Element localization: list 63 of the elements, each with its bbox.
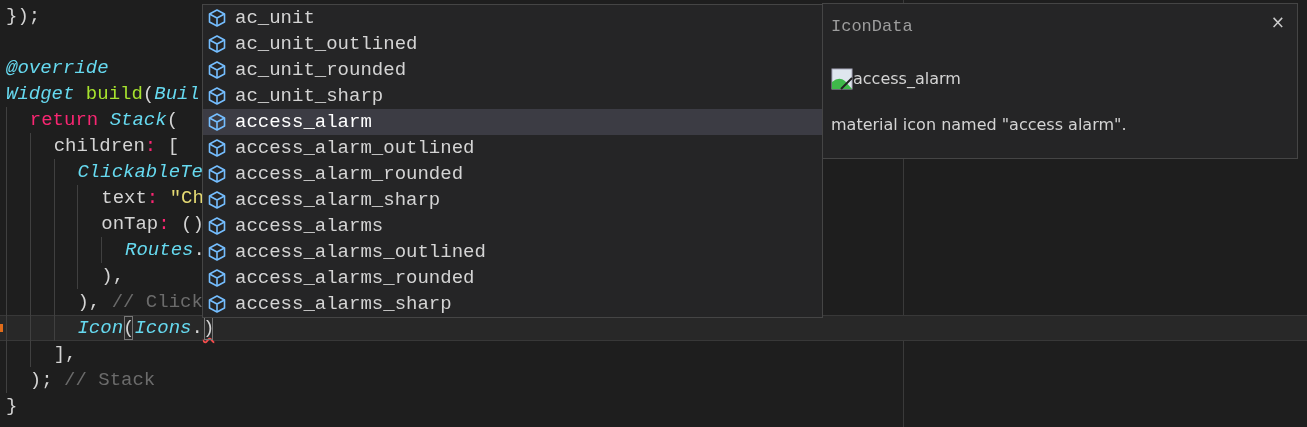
code-token: children <box>53 134 145 159</box>
suggestion-item[interactable]: access_alarms <box>203 213 822 239</box>
code-token: Buil <box>154 82 200 107</box>
suggestion-item[interactable]: access_alarm_sharp <box>203 187 822 213</box>
code-token: . <box>191 316 203 341</box>
suggestion-item[interactable]: ac_unit_sharp <box>203 83 822 109</box>
code-token: Icons <box>134 316 192 341</box>
code-token: build <box>85 82 143 107</box>
code-token: ); <box>29 368 53 393</box>
cube-icon <box>207 216 227 236</box>
code-token: Widget <box>6 82 75 107</box>
code-token: onTap <box>101 212 159 237</box>
code-token: ( <box>123 315 135 341</box>
code-token: () <box>181 212 204 237</box>
code-token: ), <box>77 290 101 315</box>
cube-icon <box>207 268 227 288</box>
code-token: // Click <box>111 290 203 315</box>
cube-icon <box>207 86 227 106</box>
code-token: ), <box>101 264 125 289</box>
code-editor[interactable] <box>0 0 1307 427</box>
suggestion-item[interactable]: access_alarms_sharp <box>203 291 822 317</box>
details-title: IconData <box>831 16 913 38</box>
code-token: ) <box>202 315 215 341</box>
cube-icon <box>207 8 227 28</box>
suggestion-item[interactable]: access_alarms_rounded <box>203 265 822 291</box>
cube-icon <box>207 294 227 314</box>
code-token: [ <box>167 134 180 159</box>
code-token: ClickableTe <box>77 160 203 185</box>
cube-icon <box>207 60 227 80</box>
code-token: Stack <box>109 108 167 133</box>
suggestion-item[interactable]: access_alarms_outlined <box>203 239 822 265</box>
code-token: ], <box>53 342 77 367</box>
suggestion-item[interactable]: ac_unit_outlined <box>203 31 822 57</box>
code-token: : <box>158 212 170 237</box>
code-token: : <box>144 134 157 159</box>
code-token: Icon <box>77 316 124 341</box>
code-token: }); <box>6 4 41 29</box>
code-token: Routes <box>125 238 194 263</box>
cube-icon <box>207 190 227 210</box>
cube-icon <box>207 164 227 184</box>
suggestion-item[interactable]: ac_unit <box>203 5 822 31</box>
cube-icon <box>207 242 227 262</box>
code-token: // Stack <box>64 368 156 393</box>
code-token: : <box>146 186 159 211</box>
close-button[interactable]: × <box>1270 12 1285 33</box>
cube-icon <box>207 138 227 158</box>
code-token: return <box>29 108 99 133</box>
code-token: @override <box>6 56 109 81</box>
broken-image-icon <box>831 67 853 90</box>
suggestion-item[interactable]: access_alarm_outlined <box>203 135 822 161</box>
details-description: material icon named "access alarm". <box>831 113 1128 136</box>
code-token: } <box>6 394 18 419</box>
cube-icon <box>207 112 227 132</box>
cube-icon <box>207 34 227 54</box>
suggestion-item[interactable]: access_alarm <box>203 109 822 135</box>
code-token: ( <box>142 82 155 107</box>
image-alt-text: access_alarm <box>853 67 961 90</box>
code-token: ( <box>166 108 179 133</box>
suggestion-item[interactable]: access_alarm_rounded <box>203 161 822 187</box>
code-token: "Ch <box>169 186 204 211</box>
suggestion-item[interactable]: ac_unit_rounded <box>203 57 822 83</box>
code-token: text <box>101 186 147 211</box>
code-token: . <box>193 238 205 263</box>
